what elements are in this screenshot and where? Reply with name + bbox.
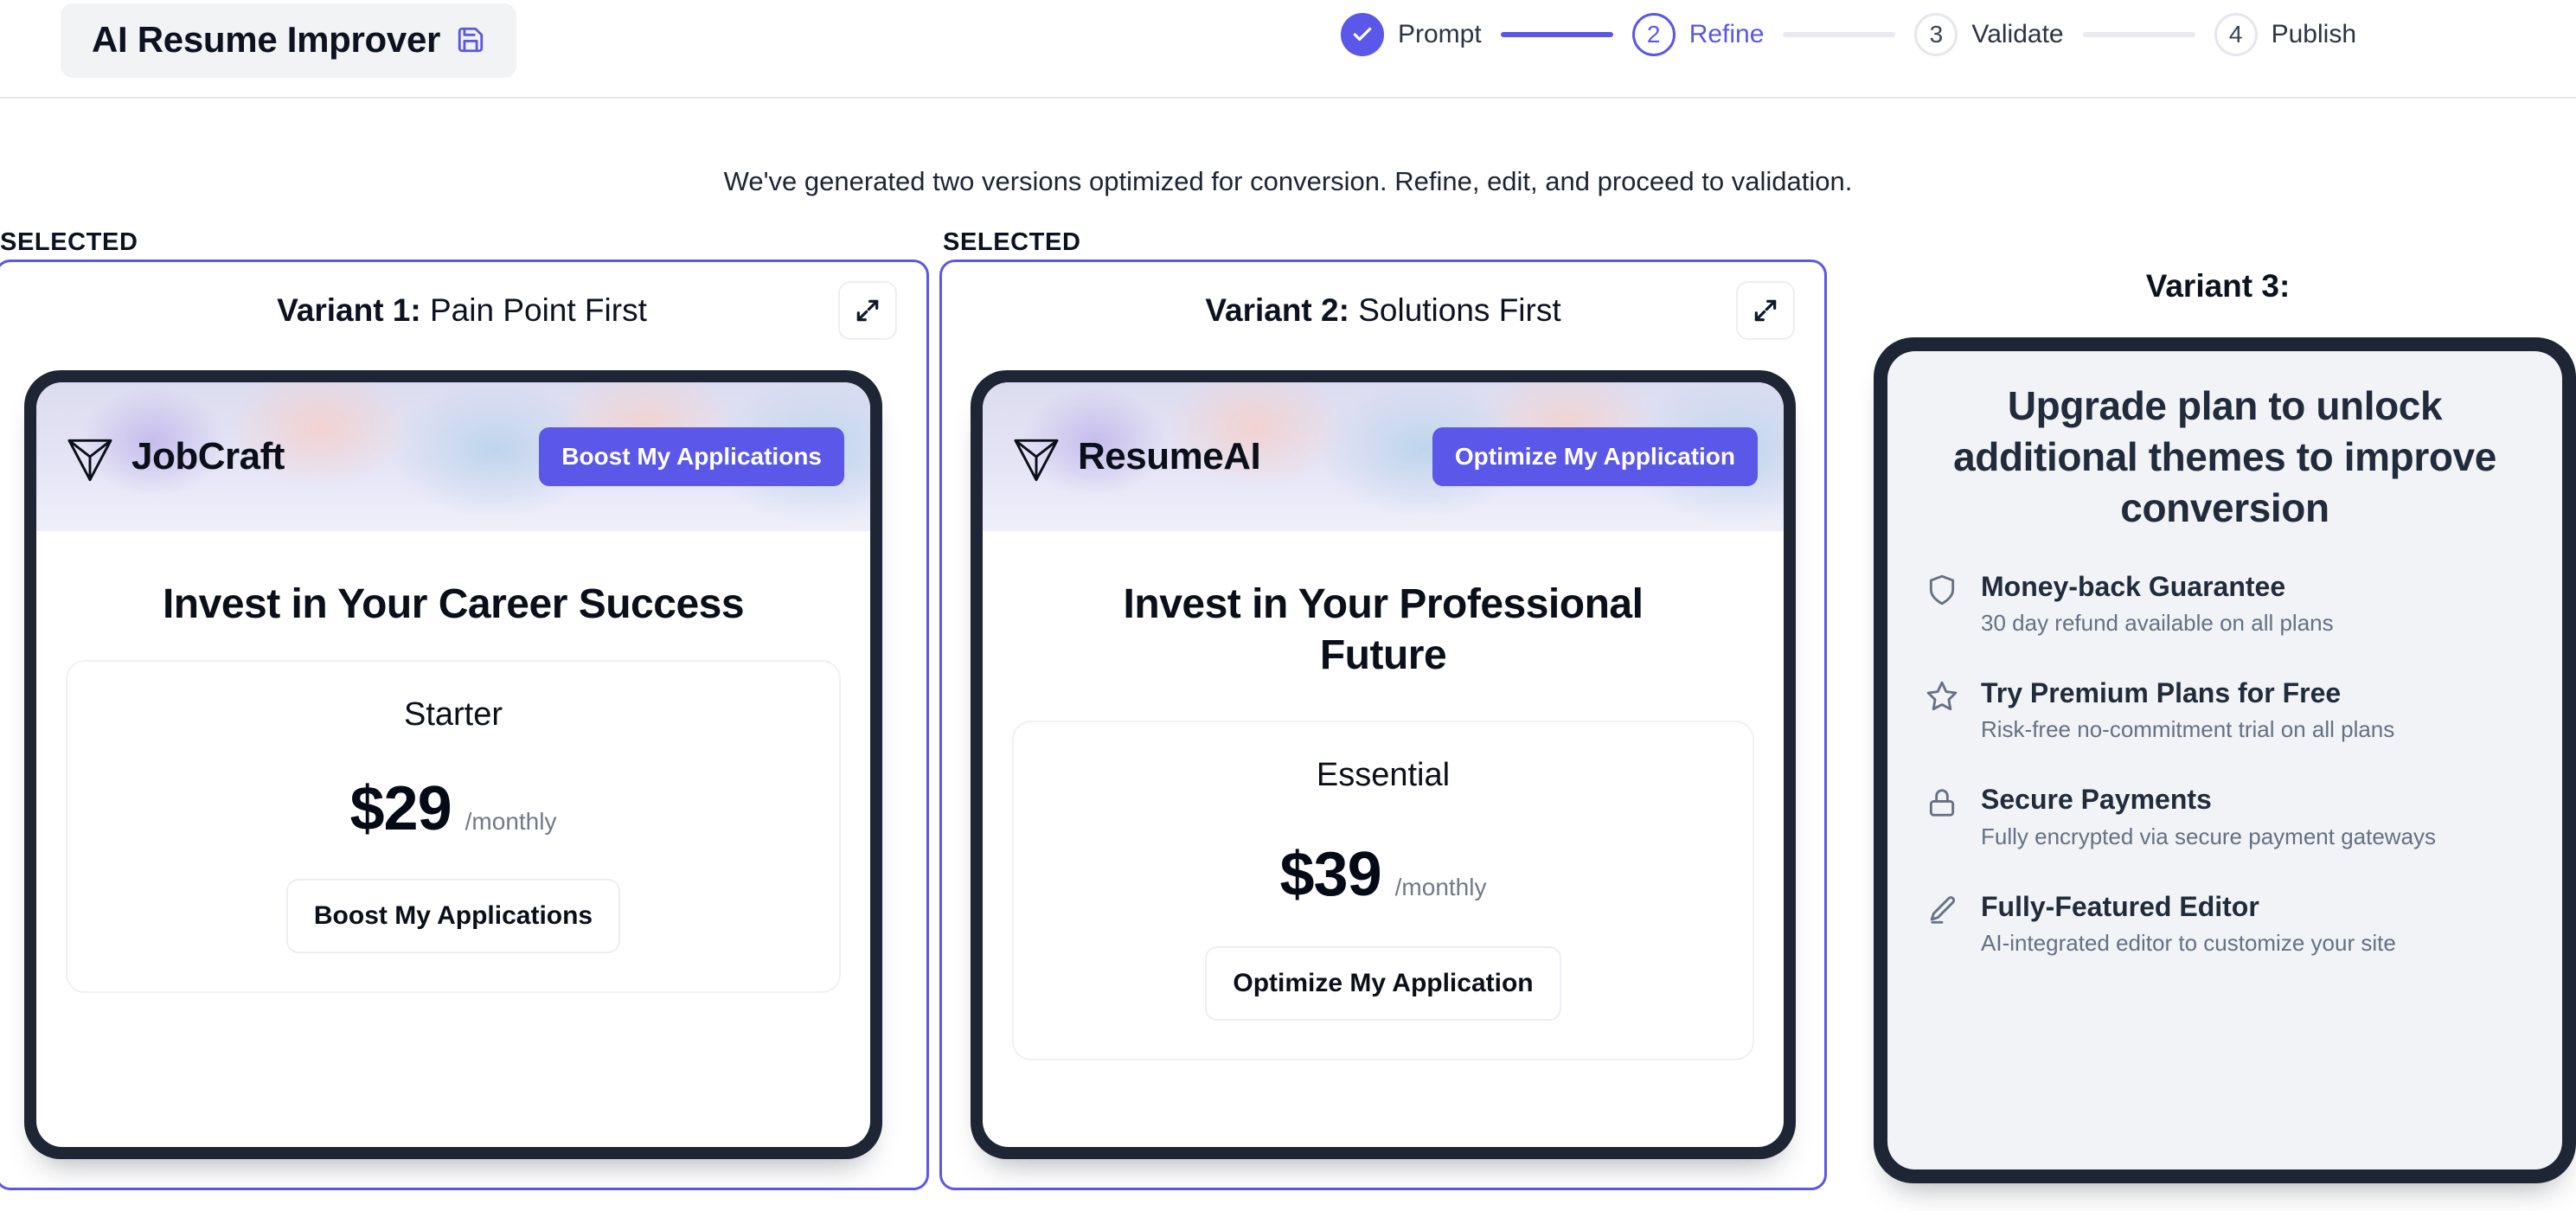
wizard-stepper: Prompt 2 Refine 3 Validate 4 Publish [1341, 0, 2356, 69]
feature-text: Try Premium Plans for Free Risk-free no-… [1981, 676, 2394, 743]
preview-brand-name-2: ResumeAI [1078, 435, 1261, 477]
feature-title: Try Premium Plans for Free [1981, 677, 2342, 709]
preview-phone-variant-1: JobCraft Boost My Applications Invest in… [24, 370, 882, 1159]
page-subtitle: We've generated two versions optimized f… [723, 166, 1853, 196]
feature-subtitle: AI-integrated editor to customize your s… [1981, 930, 2396, 957]
star-icon [1926, 680, 1958, 713]
upgrade-feature-list: Money-back Guarantee 30 day refund avail… [1926, 570, 2524, 958]
variant-1-title-bold: Variant 1: [277, 292, 421, 328]
preview-price-row-2: $39 /monthly [1038, 839, 1728, 910]
variant-2-title-bold: Variant 2: [1205, 292, 1349, 328]
preview-plan-name-1: Starter [403, 695, 503, 733]
preview-plan-cta-1[interactable]: Boost My Applications [285, 878, 621, 953]
step-4-circle: 4 [2214, 13, 2258, 56]
feature-title: Money-back Guarantee [1981, 570, 2286, 602]
step-validate[interactable]: 3 Validate [1914, 13, 2064, 56]
pencil-icon [1926, 894, 1958, 926]
preview-brand-1: JobCraft [62, 429, 285, 484]
variant-2-title: Variant 2: Solutions First [1205, 292, 1560, 329]
page-title: AI Resume Improver [92, 19, 441, 60]
feature-subtitle: Fully encrypted via secure payment gatew… [1981, 823, 2437, 849]
save-icon[interactable] [456, 25, 485, 54]
preview-plan-cta-2[interactable]: Optimize My Application [1205, 946, 1561, 1022]
variant-2-header: Variant 2: Solutions First [942, 262, 1824, 359]
feature-title: Fully-Featured Editor [1981, 890, 2259, 922]
step-2-circle: 2 [1631, 13, 1676, 56]
list-item: Secure Payments Fully encrypted via secu… [1926, 783, 2524, 849]
feature-text: Money-back Guarantee 30 day refund avail… [1981, 570, 2334, 637]
step-1-label: Prompt [1398, 20, 1482, 48]
shield-icon [1926, 573, 1958, 606]
list-item: Money-back Guarantee 30 day refund avail… [1926, 570, 2524, 637]
step-publish[interactable]: 4 Publish [2214, 13, 2356, 56]
list-item: Fully-Featured Editor AI-integrated edit… [1926, 890, 2524, 957]
preview-plan-box-1: Starter $29 /monthly Boost My Applicatio… [66, 659, 841, 993]
feature-title: Secure Payments [1981, 784, 2212, 816]
step-4-label: Publish [2271, 20, 2357, 48]
preview-site-header-2: ResumeAI Optimize My Application [983, 382, 1784, 531]
preview-header-cta-1[interactable]: Boost My Applications [539, 427, 844, 486]
top-bar: AI Resume Improver Prompt 2 Refine 3 Val… [0, 0, 2576, 99]
preview-phone-variant-2: ResumeAI Optimize My Application Invest … [971, 370, 1796, 1159]
upgrade-panel-body: Upgrade plan to unlock additional themes… [1887, 351, 2562, 1169]
preview-body-1: Invest in Your Career Success Starter $2… [36, 531, 870, 993]
preview-plan-name-2: Essential [1316, 757, 1451, 794]
preview-plan-box-2: Essential $39 /monthly Optimize My Appli… [1012, 721, 1754, 1061]
check-icon [1353, 27, 1372, 42]
preview-price-row-1: $29 /monthly [92, 773, 815, 844]
step-2-label: Refine [1688, 20, 1765, 48]
preview-brand-2: ResumeAI [1009, 429, 1261, 484]
preview-viewport-variant-2: ResumeAI Optimize My Application Invest … [983, 382, 1784, 1147]
selected-badge-variant-1: SELECTED [0, 228, 138, 256]
feature-text: Fully-Featured Editor AI-integrated edit… [1981, 890, 2396, 957]
step-3-label: Validate [1971, 20, 2064, 48]
step-connector-1 [1500, 32, 1613, 37]
upgrade-panel: Upgrade plan to unlock additional themes… [1874, 337, 2576, 1183]
lock-icon [1926, 786, 1958, 819]
variant-1-title: Variant 1: Pain Point First [277, 292, 647, 329]
expand-button-variant-1[interactable] [838, 281, 897, 340]
expand-button-variant-2[interactable] [1736, 281, 1795, 340]
preview-hero-2: Invest in Your Professional Future [1123, 581, 1644, 678]
preview-body-2: Invest in Your Professional Future Essen… [983, 531, 1784, 1061]
variant-2-title-rest: Solutions First [1349, 292, 1561, 328]
preview-header-cta-2[interactable]: Optimize My Application [1432, 427, 1758, 486]
step-3-circle: 3 [1914, 13, 1958, 56]
variant-1-title-rest: Pain Point First [420, 292, 647, 328]
step-1-circle [1341, 13, 1384, 56]
upgrade-headline: Upgrade plan to unlock additional themes… [1953, 383, 2496, 530]
feature-subtitle: 30 day refund available on all plans [1981, 610, 2334, 637]
preview-price-1: $29 [349, 773, 452, 843]
preview-hero-1: Invest in Your Career Success [162, 581, 745, 627]
preview-site-header-1: JobCraft Boost My Applications [36, 382, 870, 531]
preview-period-2: /monthly [1394, 874, 1487, 901]
step-connector-2 [1783, 32, 1896, 37]
preview-period-1: /monthly [465, 807, 557, 835]
triangle-logo-icon [67, 439, 112, 482]
step-prompt[interactable]: Prompt [1341, 13, 1482, 56]
triangle-logo-icon [1014, 439, 1059, 482]
selected-badge-variant-2: SELECTED [943, 228, 1081, 256]
preview-viewport-variant-1: JobCraft Boost My Applications Invest in… [36, 382, 870, 1147]
app-title-pill[interactable]: AI Resume Improver [61, 3, 517, 78]
preview-brand-name-1: JobCraft [131, 435, 285, 477]
variant-1-header: Variant 1: Pain Point First [0, 262, 926, 359]
preview-price-2: $39 [1279, 840, 1382, 910]
step-connector-3 [2082, 32, 2195, 37]
variant-3-title: Variant 3: [2145, 268, 2291, 304]
step-refine[interactable]: 2 Refine [1631, 13, 1765, 56]
expand-icon [856, 299, 879, 322]
list-item: Try Premium Plans for Free Risk-free no-… [1926, 676, 2524, 743]
expand-icon [1754, 299, 1777, 322]
feature-text: Secure Payments Fully encrypted via secu… [1981, 783, 2436, 849]
feature-subtitle: Risk-free no-commitment trial on all pla… [1981, 716, 2395, 743]
